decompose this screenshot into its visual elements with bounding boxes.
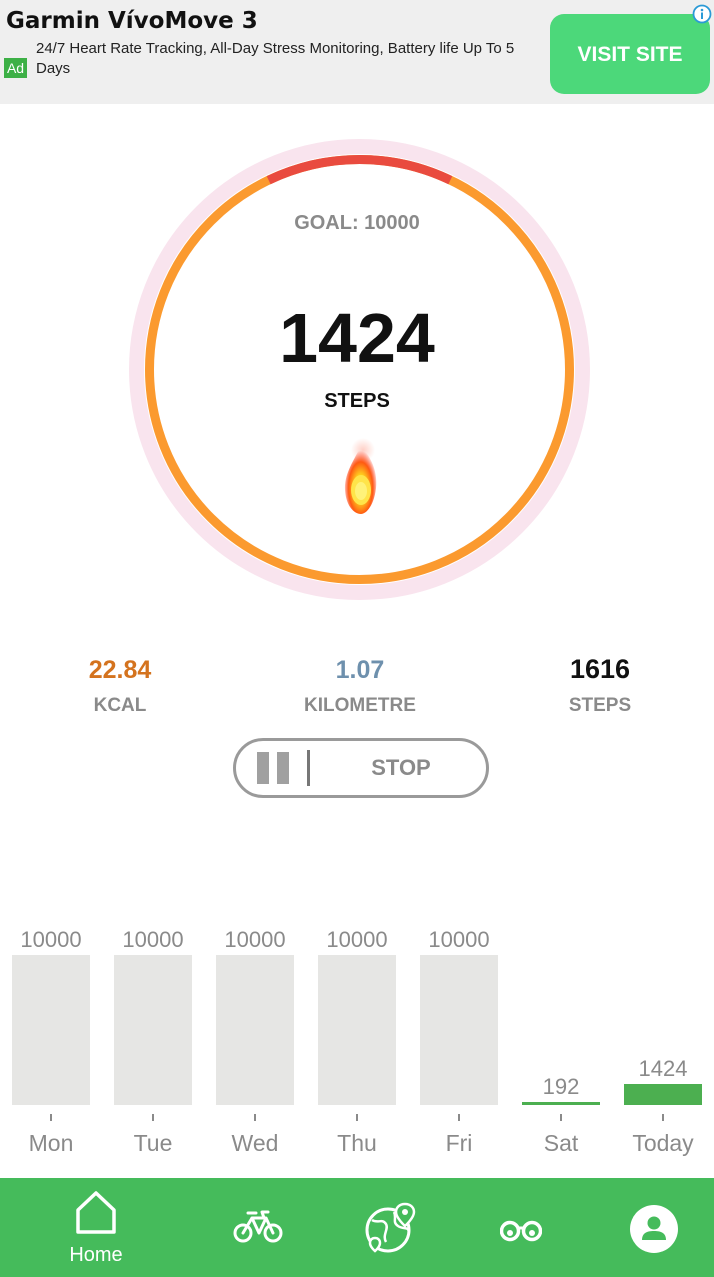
- chart-axis-tick: [662, 1114, 664, 1121]
- chart-axis-tick: [560, 1114, 562, 1121]
- chart-bar-tue: [114, 955, 192, 1105]
- goal-label: GOAL: 10000: [294, 212, 420, 234]
- ad-title[interactable]: Garmin VívoMove 3: [6, 8, 258, 34]
- bicycle-icon: [233, 1210, 283, 1243]
- chart-axis-tick: [152, 1114, 154, 1121]
- ad-banner[interactable]: Garmin VívoMove 3 Ad 24/7 Heart Rate Tra…: [0, 0, 714, 104]
- weekly-steps-chart: 10000 Mon 10000 Tue 10000 Wed 10000 Thu 10000 Fri…: [0, 920, 714, 1170]
- chart-bar-sat: [522, 1102, 600, 1105]
- home-icon: [76, 1191, 116, 1234]
- chart-day-label: Wed: [231, 1130, 279, 1156]
- chart-value-label: 1424: [638, 1056, 688, 1081]
- distance-stat: 1.07 KILOMETRE: [260, 656, 460, 717]
- chart-bar-thu: [318, 955, 396, 1105]
- calories-value: 22.84: [88, 656, 152, 684]
- chart-value-label: 10000: [326, 927, 388, 952]
- flame-icon: [344, 438, 377, 514]
- total-steps-stat: 1616 STEPS: [500, 654, 700, 717]
- nav-map[interactable]: [335, 1178, 445, 1277]
- total-steps-value: 1616: [569, 654, 631, 684]
- chart-value-label: 192: [542, 1074, 580, 1099]
- visit-site-button[interactable]: VISIT SITE: [550, 14, 710, 94]
- chart-day-label: Sat: [543, 1130, 579, 1156]
- chart-value-label: 10000: [428, 927, 490, 952]
- chart-axis-tick: [458, 1114, 460, 1121]
- nav-profile[interactable]: [599, 1178, 709, 1277]
- nav-home[interactable]: Home: [41, 1178, 151, 1277]
- bottom-nav: Home: [0, 1178, 714, 1277]
- calories-stat: 22.84 KCAL: [20, 656, 220, 717]
- chart-day-label: Tue: [133, 1130, 173, 1156]
- pause-icon[interactable]: [257, 752, 289, 784]
- ad-description[interactable]: 24/7 Heart Rate Tracking, All-Day Stress…: [36, 39, 546, 79]
- chart-day-label: Thu: [337, 1130, 377, 1156]
- profile-icon: [630, 1205, 678, 1253]
- chart-axis-tick: [254, 1114, 256, 1121]
- chart-axis-tick: [356, 1114, 358, 1121]
- nav-bike[interactable]: [203, 1178, 313, 1277]
- chart-value-label: 10000: [20, 927, 82, 952]
- total-steps-label: STEPS: [568, 695, 632, 716]
- chart-bar-today: [624, 1084, 702, 1105]
- chart-day-label: Fri: [445, 1130, 473, 1156]
- steps-label: STEPS: [324, 390, 390, 412]
- chart-value-label: 10000: [224, 927, 286, 952]
- ad-badge: Ad: [4, 58, 27, 78]
- distance-label: KILOMETRE: [304, 695, 416, 716]
- distance-value: 1.07: [335, 656, 385, 684]
- info-icon[interactable]: [692, 4, 712, 24]
- chart-day-label: Mon: [28, 1130, 74, 1156]
- nav-binoculars[interactable]: [466, 1178, 576, 1277]
- controls-divider: [307, 750, 310, 786]
- stop-button[interactable]: STOP: [346, 741, 456, 795]
- binoculars-icon: [500, 1220, 542, 1242]
- chart-value-label: 10000: [122, 927, 184, 952]
- calories-label: KCAL: [93, 695, 147, 716]
- chart-axis-tick: [50, 1114, 52, 1121]
- map-icon: [365, 1202, 416, 1253]
- chart-bar-fri: [420, 955, 498, 1105]
- chart-bar-mon: [12, 955, 90, 1105]
- chart-day-label: Today: [632, 1130, 694, 1156]
- nav-home-label: Home: [69, 1244, 123, 1266]
- step-count: 1424: [279, 299, 435, 377]
- tracking-controls: STOP: [233, 738, 489, 798]
- chart-bar-wed: [216, 955, 294, 1105]
